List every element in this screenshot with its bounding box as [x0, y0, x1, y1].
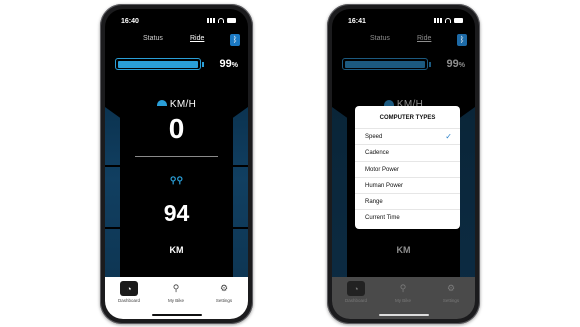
- nav-dashboard-label: Dashboard: [117, 298, 140, 303]
- battery-nub: [429, 62, 431, 67]
- bluetooth-icon[interactable]: ᛒ: [230, 34, 240, 46]
- speed-unit-label: KM/H: [169, 99, 197, 110]
- system-icons: [434, 18, 463, 23]
- nav-my-bike[interactable]: ⚲ My Bike: [156, 281, 196, 303]
- nav-my-bike-label: My Bike: [394, 298, 411, 303]
- status-bar: 16:41: [332, 9, 475, 27]
- battery-status-icon: [454, 18, 463, 23]
- speed-header[interactable]: KM/H: [105, 99, 248, 110]
- battery-bar: [342, 58, 428, 70]
- side-panel-left: [332, 107, 347, 287]
- nav-dashboard[interactable]: ◔ Dashboard: [336, 281, 376, 303]
- battery-row: 99%: [342, 57, 467, 73]
- checkmark-icon: ✓: [445, 132, 452, 141]
- battery-status-icon: [227, 18, 236, 23]
- range-icon[interactable]: ⚲⚲: [105, 175, 248, 186]
- speedometer-icon: [156, 100, 167, 106]
- battery-fill: [344, 60, 425, 68]
- system-icons: [207, 18, 236, 23]
- nav-dashboard[interactable]: ◔ Dashboard: [109, 281, 149, 303]
- battery-nub: [202, 62, 204, 67]
- dashboard-icon: ◔: [347, 281, 365, 296]
- option-cadence[interactable]: Cadence: [355, 144, 460, 160]
- bluetooth-icon[interactable]: ᛒ: [457, 34, 467, 46]
- side-panel-right: [460, 107, 475, 287]
- range-unit: KM: [396, 245, 411, 255]
- bottom-nav: ◔ Dashboard ⚲ My Bike ⚙ Settings: [332, 277, 475, 319]
- screen: 16:41 Status Ride ᛒ 99% KM/H KM ◔ Dashbo…: [332, 9, 475, 319]
- gear-icon: ⚙: [219, 283, 229, 293]
- notch: [148, 9, 206, 20]
- signal-icon: [207, 18, 215, 23]
- signal-icon: [434, 18, 442, 23]
- tab-status[interactable]: Status: [370, 35, 390, 42]
- nav-settings-label: Settings: [215, 298, 233, 303]
- battery-bar: [115, 58, 201, 70]
- phone-ride-screen: 16:40 Status Ride ᛒ 99% KM/H 0 ⚲⚲ 94 KM …: [100, 4, 253, 324]
- battery-percent: 99%: [446, 58, 465, 70]
- nav-my-bike-label: My Bike: [167, 298, 184, 303]
- range-unit: KM: [169, 245, 184, 255]
- screen: 16:40 Status Ride ᛒ 99% KM/H 0 ⚲⚲ 94 KM …: [105, 9, 248, 319]
- bottom-nav: ◔ Dashboard ⚲ My Bike ⚙ Settings: [105, 277, 248, 319]
- tab-ride[interactable]: Ride: [417, 35, 431, 42]
- phone-computer-types: 16:41 Status Ride ᛒ 99% KM/H KM ◔ Dashbo…: [327, 4, 480, 324]
- home-indicator: [152, 314, 202, 316]
- top-tabs: Status Ride ᛒ: [332, 34, 475, 47]
- wifi-icon: [218, 18, 224, 23]
- nav-my-bike[interactable]: ⚲ My Bike: [383, 281, 423, 303]
- option-human-power[interactable]: Human Power: [355, 176, 460, 193]
- status-bar: 16:40: [105, 9, 248, 27]
- tab-status[interactable]: Status: [143, 35, 163, 42]
- notch: [375, 9, 433, 20]
- home-indicator: [379, 314, 429, 316]
- popup-title: COMPUTER TYPES: [379, 115, 436, 121]
- option-range[interactable]: Range: [355, 193, 460, 209]
- divider: [135, 156, 218, 157]
- option-speed[interactable]: Speed ✓: [355, 128, 460, 144]
- option-current-time[interactable]: Current Time: [355, 209, 460, 225]
- bike-icon: ⚲: [399, 283, 407, 293]
- range-value: 94: [163, 200, 190, 226]
- top-tabs: Status Ride ᛒ: [105, 34, 248, 47]
- bike-icon: ⚲: [172, 283, 180, 293]
- computer-types-popup: COMPUTER TYPES Speed ✓ Cadence Motor Powe…: [355, 106, 460, 229]
- nav-dashboard-label: Dashboard: [344, 298, 367, 303]
- wifi-icon: [445, 18, 451, 23]
- nav-settings-label: Settings: [442, 298, 460, 303]
- tab-ride[interactable]: Ride: [190, 35, 204, 42]
- battery-percent: 99%: [219, 58, 238, 70]
- option-motor-power[interactable]: Motor Power: [355, 160, 460, 177]
- clock: 16:40: [121, 18, 139, 25]
- battery-row: 99%: [115, 57, 240, 73]
- clock: 16:41: [348, 18, 366, 25]
- nav-settings[interactable]: ⚙ Settings: [204, 281, 244, 303]
- dashboard-icon: ◔: [120, 281, 138, 296]
- battery-fill: [117, 60, 198, 68]
- gear-icon: ⚙: [446, 283, 456, 293]
- speed-value: 0: [168, 113, 185, 144]
- nav-settings[interactable]: ⚙ Settings: [431, 281, 471, 303]
